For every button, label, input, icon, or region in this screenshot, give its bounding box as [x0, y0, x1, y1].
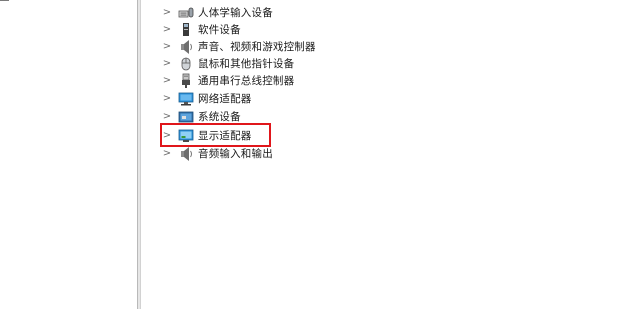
chevron-right-icon[interactable]: >	[162, 55, 172, 72]
chevron-right-icon[interactable]: >	[162, 38, 172, 55]
network-adapter-icon	[178, 91, 194, 107]
highlight-box	[160, 123, 271, 147]
tree-item-label: 声音、视频和游戏控制器	[198, 41, 316, 53]
tree-item-label: 音频输入和输出	[198, 148, 273, 160]
chevron-right-icon[interactable]: >	[162, 145, 172, 162]
chevron-right-icon[interactable]: >	[162, 72, 172, 89]
chevron-right-icon[interactable]: >	[162, 90, 172, 107]
tree-item-sound-video-game[interactable]: > 声音、视频和游戏控制器	[141, 38, 441, 55]
tree-item-label: 鼠标和其他指针设备	[198, 58, 295, 70]
mouse-icon	[178, 56, 194, 72]
tree-item-label: 人体学输入设备	[198, 7, 273, 19]
tree-item-software-device[interactable]: > 软件设备	[141, 21, 441, 38]
software-device-icon	[178, 22, 194, 38]
tree-item-label: 网络适配器	[198, 93, 252, 105]
tree-item-label: 通用串行总线控制器	[198, 75, 295, 87]
device-tree: > 人体学输入设备 > 软件设备 > 声音、视频和游戏控制器 > 鼠标和其他指针…	[141, 0, 620, 309]
tree-item-mouse[interactable]: > 鼠标和其他指针设备	[141, 55, 441, 72]
tree-item-label: 系统设备	[198, 111, 241, 123]
tree-item-label: 软件设备	[198, 24, 241, 36]
chevron-right-icon[interactable]: >	[162, 4, 172, 21]
left-pane-divider	[0, 0, 9, 1]
speaker-icon	[178, 39, 194, 55]
tree-item-usb[interactable]: > 通用串行总线控制器	[141, 72, 441, 89]
tree-item-network-adapter[interactable]: > 网络适配器	[141, 90, 441, 107]
usb-icon	[178, 73, 194, 89]
left-pane	[0, 0, 137, 309]
chevron-right-icon[interactable]: >	[162, 21, 172, 38]
human-input-device-icon	[178, 5, 194, 21]
audio-io-icon	[178, 146, 194, 162]
tree-item-human-input[interactable]: > 人体学输入设备	[141, 4, 441, 21]
tree-item-audio-io[interactable]: > 音频输入和输出	[141, 145, 441, 162]
